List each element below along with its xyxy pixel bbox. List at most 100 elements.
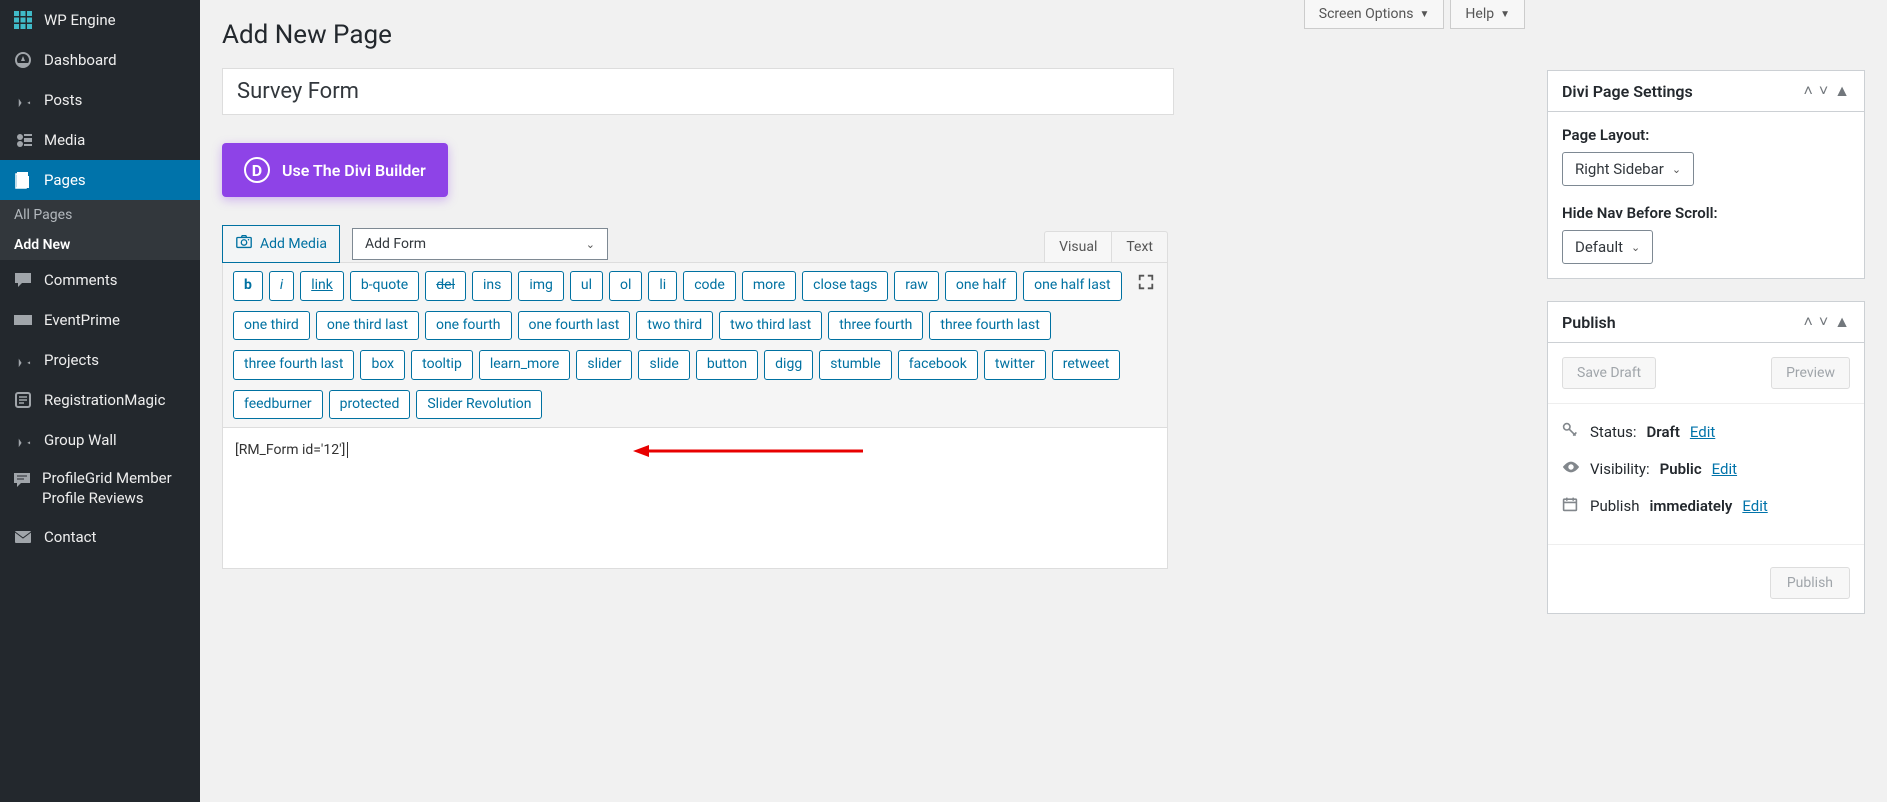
qt-threefourthlast[interactable]: three fourth last: [929, 311, 1050, 341]
sidebar-item-wpengine[interactable]: WP Engine: [0, 0, 200, 40]
qt-learnmore[interactable]: learn_more: [479, 350, 571, 380]
right-sidebar: Divi Page Settings ˄ ˅ ▲ Page Layout: Ri…: [1547, 0, 1887, 802]
tab-visual[interactable]: Visual: [1044, 231, 1112, 262]
pages-icon: [12, 169, 34, 191]
qt-protected[interactable]: protected: [329, 390, 411, 420]
editor-box: b i link b-quote del ins img ul ol li co…: [222, 262, 1168, 569]
qt-link[interactable]: link: [300, 271, 344, 301]
post-title-input[interactable]: [222, 68, 1174, 115]
sidebar-label: RegistrationMagic: [44, 391, 165, 409]
sidebar-label: Contact: [44, 528, 96, 546]
qt-feedburner[interactable]: feedburner: [233, 390, 323, 420]
chevron-up-icon[interactable]: ˄: [1803, 81, 1812, 101]
sidebar-item-profilegrid[interactable]: ProfileGrid Member Profile Reviews: [0, 460, 200, 517]
publish-button[interactable]: Publish: [1770, 567, 1850, 599]
qt-facebook[interactable]: facebook: [898, 350, 978, 380]
chevron-down-icon[interactable]: ˅: [1819, 81, 1828, 101]
editor-textarea[interactable]: [RM_Form id='12']: [223, 428, 1167, 568]
qt-twitter[interactable]: twitter: [984, 350, 1046, 380]
visibility-label: Visibility:: [1590, 460, 1650, 478]
panel-header-publish[interactable]: Publish ˄ ˅ ▲: [1548, 302, 1864, 343]
qt-slide[interactable]: slide: [638, 350, 689, 380]
edit-status-link[interactable]: Edit: [1690, 423, 1715, 441]
chevron-up-icon[interactable]: ˄: [1803, 312, 1812, 332]
sidebar-label: Media: [44, 131, 85, 149]
qt-li[interactable]: li: [648, 271, 677, 301]
qt-onehalflast[interactable]: one half last: [1023, 271, 1122, 301]
chevron-down-icon: ▼: [1500, 9, 1510, 20]
sidebar-item-registrationmagic[interactable]: RegistrationMagic: [0, 380, 200, 420]
qt-bold[interactable]: b: [233, 271, 263, 301]
qt-stumble[interactable]: stumble: [819, 350, 892, 380]
qt-threefourth[interactable]: three fourth: [828, 311, 923, 341]
qt-twothird[interactable]: two third: [636, 311, 713, 341]
qt-img[interactable]: img: [518, 271, 564, 301]
sidebar-label: Comments: [44, 271, 118, 289]
sidebar-item-contact[interactable]: Contact: [0, 517, 200, 557]
comment-icon: [12, 269, 34, 291]
hide-nav-select[interactable]: Default ⌄: [1562, 230, 1653, 264]
help-label: Help: [1465, 6, 1494, 22]
qt-onefourthlast[interactable]: one fourth last: [518, 311, 631, 341]
edit-publish-link[interactable]: Edit: [1742, 497, 1767, 515]
qt-digg[interactable]: digg: [764, 350, 813, 380]
qt-del[interactable]: del: [425, 271, 466, 301]
divi-builder-button[interactable]: D Use The Divi Builder: [222, 143, 448, 197]
pin-icon: [12, 349, 34, 371]
chevron-down-icon[interactable]: ˅: [1819, 312, 1828, 332]
qt-onethirdlast[interactable]: one third last: [316, 311, 419, 341]
qt-retweet[interactable]: retweet: [1052, 350, 1121, 380]
qt-ins[interactable]: ins: [472, 271, 512, 301]
sidebar-item-comments[interactable]: Comments: [0, 260, 200, 300]
qt-button[interactable]: button: [696, 350, 758, 380]
triangle-up-icon[interactable]: ▲: [1834, 81, 1850, 101]
sidebar-item-groupwall[interactable]: Group Wall: [0, 420, 200, 460]
admin-sidebar: WP Engine Dashboard Posts Media Pages Al…: [0, 0, 200, 802]
sidebar-item-posts[interactable]: Posts: [0, 80, 200, 120]
sidebar-subitem-add-new[interactable]: Add New: [0, 230, 200, 260]
qt-tooltip[interactable]: tooltip: [411, 350, 473, 380]
qt-sliderrev[interactable]: Slider Revolution: [416, 390, 542, 420]
qt-twothirdlast[interactable]: two third last: [719, 311, 822, 341]
qt-onehalf[interactable]: one half: [945, 271, 1017, 301]
preview-button[interactable]: Preview: [1771, 357, 1850, 389]
sidebar-item-media[interactable]: Media: [0, 120, 200, 160]
qt-more[interactable]: more: [742, 271, 796, 301]
qt-box[interactable]: box: [360, 350, 405, 380]
screen-options-button[interactable]: Screen Options ▼: [1304, 0, 1445, 29]
qt-ul[interactable]: ul: [570, 271, 603, 301]
qt-italic[interactable]: i: [269, 271, 294, 301]
sidebar-item-eventprime[interactable]: EventPrime: [0, 300, 200, 340]
sidebar-item-pages[interactable]: Pages: [0, 160, 200, 200]
qt-ol[interactable]: ol: [609, 271, 642, 301]
form-icon: [12, 389, 34, 411]
sidebar-item-dashboard[interactable]: Dashboard: [0, 40, 200, 80]
key-icon: [1562, 422, 1580, 442]
qt-onethird[interactable]: one third: [233, 311, 310, 341]
fullscreen-icon[interactable]: [1137, 273, 1155, 295]
panel-header-divi[interactable]: Divi Page Settings ˄ ˅ ▲: [1548, 71, 1864, 112]
status-label: Status:: [1590, 423, 1637, 441]
qt-onefourth[interactable]: one fourth: [425, 311, 512, 341]
sidebar-label: Dashboard: [44, 51, 117, 69]
sidebar-item-projects[interactable]: Projects: [0, 340, 200, 380]
edit-visibility-link[interactable]: Edit: [1712, 460, 1737, 478]
hide-nav-label: Hide Nav Before Scroll:: [1562, 204, 1850, 222]
page-layout-select[interactable]: Right Sidebar ⌄: [1562, 152, 1694, 186]
qt-code[interactable]: code: [683, 271, 736, 301]
qt-slider[interactable]: slider: [576, 350, 632, 380]
sidebar-subitem-all-pages[interactable]: All Pages: [0, 200, 200, 230]
visibility-value: Public: [1660, 460, 1702, 478]
tab-text[interactable]: Text: [1111, 231, 1168, 262]
help-button[interactable]: Help ▼: [1450, 0, 1525, 29]
qt-bquote[interactable]: b-quote: [350, 271, 419, 301]
comment-icon: [12, 469, 32, 491]
page-layout-label: Page Layout:: [1562, 126, 1850, 144]
chevron-down-icon: ⌄: [1672, 163, 1681, 176]
save-draft-button[interactable]: Save Draft: [1562, 357, 1656, 389]
screen-options-label: Screen Options: [1319, 6, 1414, 22]
qt-closetags[interactable]: close tags: [802, 271, 888, 301]
qt-raw[interactable]: raw: [894, 271, 939, 301]
triangle-up-icon[interactable]: ▲: [1834, 312, 1850, 332]
qt-threefourthlast2[interactable]: three fourth last: [233, 350, 354, 380]
